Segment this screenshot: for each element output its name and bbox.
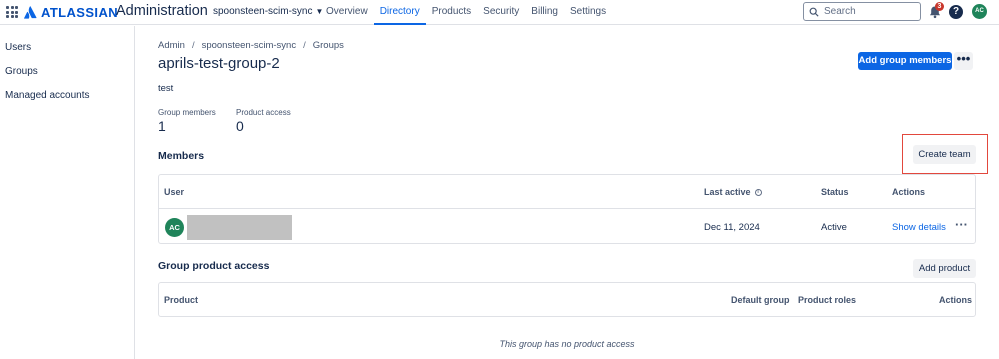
members-table: User Last active i Status Actions AC Dec … xyxy=(158,174,976,244)
column-header-actions: Actions xyxy=(939,295,973,305)
members-heading: Members xyxy=(158,150,205,162)
primary-nav: Overview Directory Products Security Bil… xyxy=(320,0,612,25)
column-header-default-group: Default group xyxy=(731,295,790,305)
atlassian-logo[interactable]: ATLASSIAN xyxy=(24,3,118,21)
group-members-label: Group members xyxy=(158,108,216,117)
column-header-product: Product xyxy=(164,295,199,305)
last-active-value: Dec 11, 2024 xyxy=(704,222,760,233)
column-header-product-roles: Product roles xyxy=(798,295,857,305)
status-value: Active xyxy=(821,222,847,233)
breadcrumb-groups[interactable]: Groups xyxy=(313,40,344,51)
sidebar-item-managed-accounts[interactable]: Managed accounts xyxy=(5,90,90,101)
more-actions-button[interactable]: ••• xyxy=(954,52,973,70)
group-description: test xyxy=(158,83,174,94)
nav-directory[interactable]: Directory xyxy=(373,0,426,25)
breadcrumb-admin[interactable]: Admin xyxy=(158,40,185,51)
sidebar-item-groups[interactable]: Groups xyxy=(5,66,38,77)
highlight-box xyxy=(902,134,988,174)
add-group-members-button[interactable]: Add group members xyxy=(858,52,952,70)
nav-overview[interactable]: Overview xyxy=(320,0,374,25)
column-header-last-active: Last active i xyxy=(704,187,762,197)
breadcrumb-separator: / xyxy=(191,40,195,51)
table-divider xyxy=(159,208,975,209)
sidebar-item-users[interactable]: Users xyxy=(5,42,31,53)
breadcrumb-separator: / xyxy=(303,40,306,51)
product-name: Administration xyxy=(116,3,208,19)
org-switcher[interactable]: spoonsteen-scim-sync ▼ xyxy=(213,6,323,17)
row-more-icon[interactable]: ··· xyxy=(955,217,968,232)
top-navigation: ATLASSIAN Administration spoonsteen-scim… xyxy=(0,0,999,25)
add-product-button[interactable]: Add product xyxy=(913,259,976,278)
breadcrumb: Admin / spoonsteen-scim-sync / Groups xyxy=(158,40,344,51)
search-input[interactable] xyxy=(824,6,914,17)
help-icon[interactable]: ? xyxy=(949,5,963,19)
column-header-status: Status xyxy=(821,187,849,197)
atlassian-logo-icon xyxy=(24,5,37,19)
nav-security[interactable]: Security xyxy=(477,0,525,25)
sidebar: Users Groups Managed accounts xyxy=(0,26,135,359)
product-access-table: Product Default group Product roles Acti… xyxy=(158,282,976,317)
group-members-count: 1 xyxy=(158,118,166,134)
product-access-count: 0 xyxy=(236,118,244,134)
user-avatar[interactable]: AC xyxy=(972,4,987,19)
avatar: AC xyxy=(165,218,184,237)
search-box[interactable] xyxy=(803,2,921,21)
page-title: aprils-test-group-2 xyxy=(158,55,280,72)
notification-badge: 3 xyxy=(935,2,944,11)
breadcrumb-org[interactable]: spoonsteen-scim-sync xyxy=(202,40,297,51)
info-icon[interactable]: i xyxy=(754,189,762,197)
empty-state-message: This group has no product access xyxy=(499,339,635,349)
org-name: spoonsteen-scim-sync xyxy=(213,6,313,17)
nav-settings[interactable]: Settings xyxy=(564,0,612,25)
product-access-label: Product access xyxy=(236,108,291,117)
nav-billing[interactable]: Billing xyxy=(525,0,564,25)
nav-products[interactable]: Products xyxy=(426,0,477,25)
show-details-link[interactable]: Show details xyxy=(892,222,946,233)
brand-name: ATLASSIAN xyxy=(41,4,119,20)
product-access-heading: Group product access xyxy=(158,260,270,272)
search-icon xyxy=(809,7,819,17)
column-header-actions: Actions xyxy=(892,187,926,197)
column-header-user: User xyxy=(164,187,185,197)
app-switcher-icon[interactable] xyxy=(6,6,18,18)
redacted-user-name xyxy=(187,215,292,240)
